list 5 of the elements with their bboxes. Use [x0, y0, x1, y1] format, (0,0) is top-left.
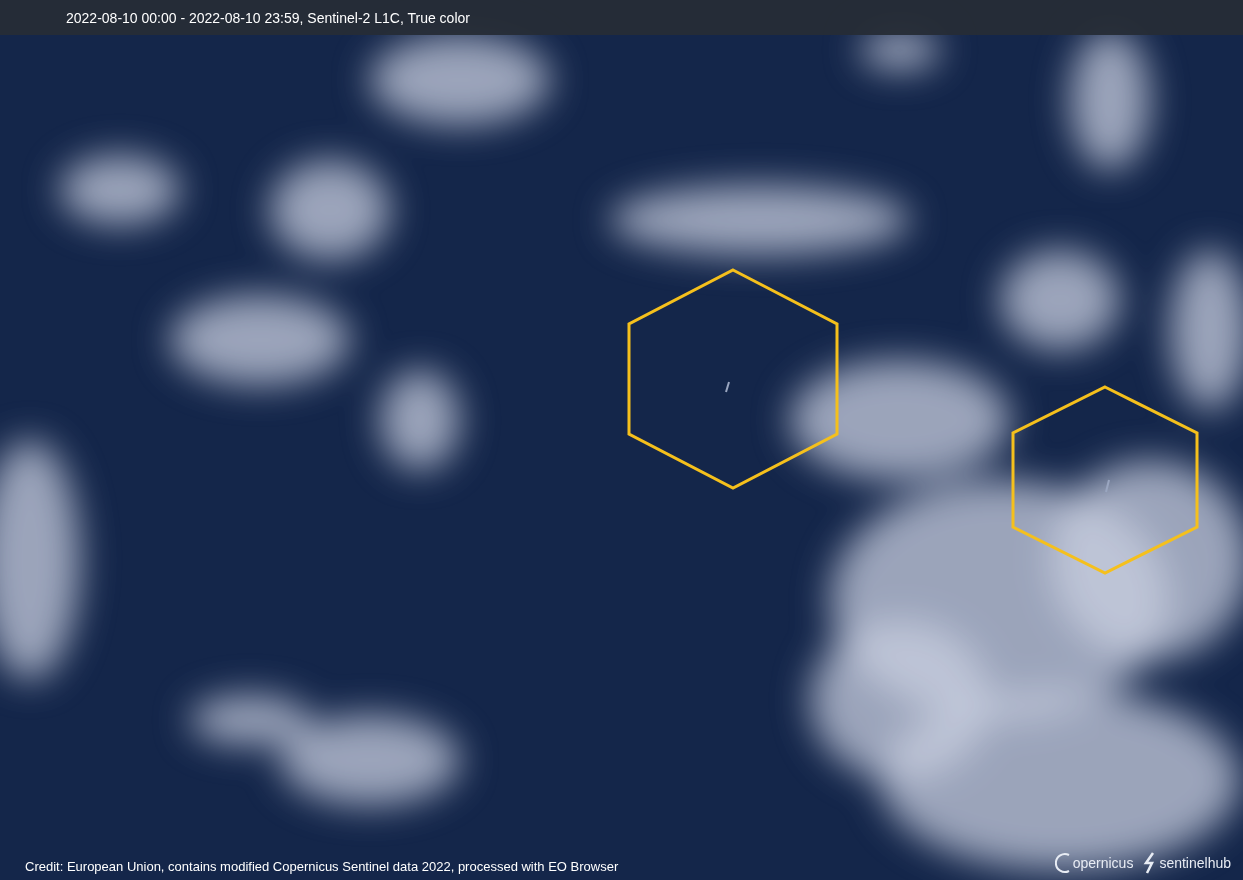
credit-text: Credit: European Union, contains modified Copernicus Sentinel data 2022, processed with EO Browser	[25, 859, 619, 874]
logo-text: opernicus	[1072, 855, 1134, 871]
c-ring-icon	[1054, 852, 1071, 874]
logo-text: sentinelhub	[1159, 855, 1231, 871]
image-title: 2022-08-10 00:00 - 2022-08-10 23:59, Sentinel-2 L1C, True color	[66, 9, 470, 26]
